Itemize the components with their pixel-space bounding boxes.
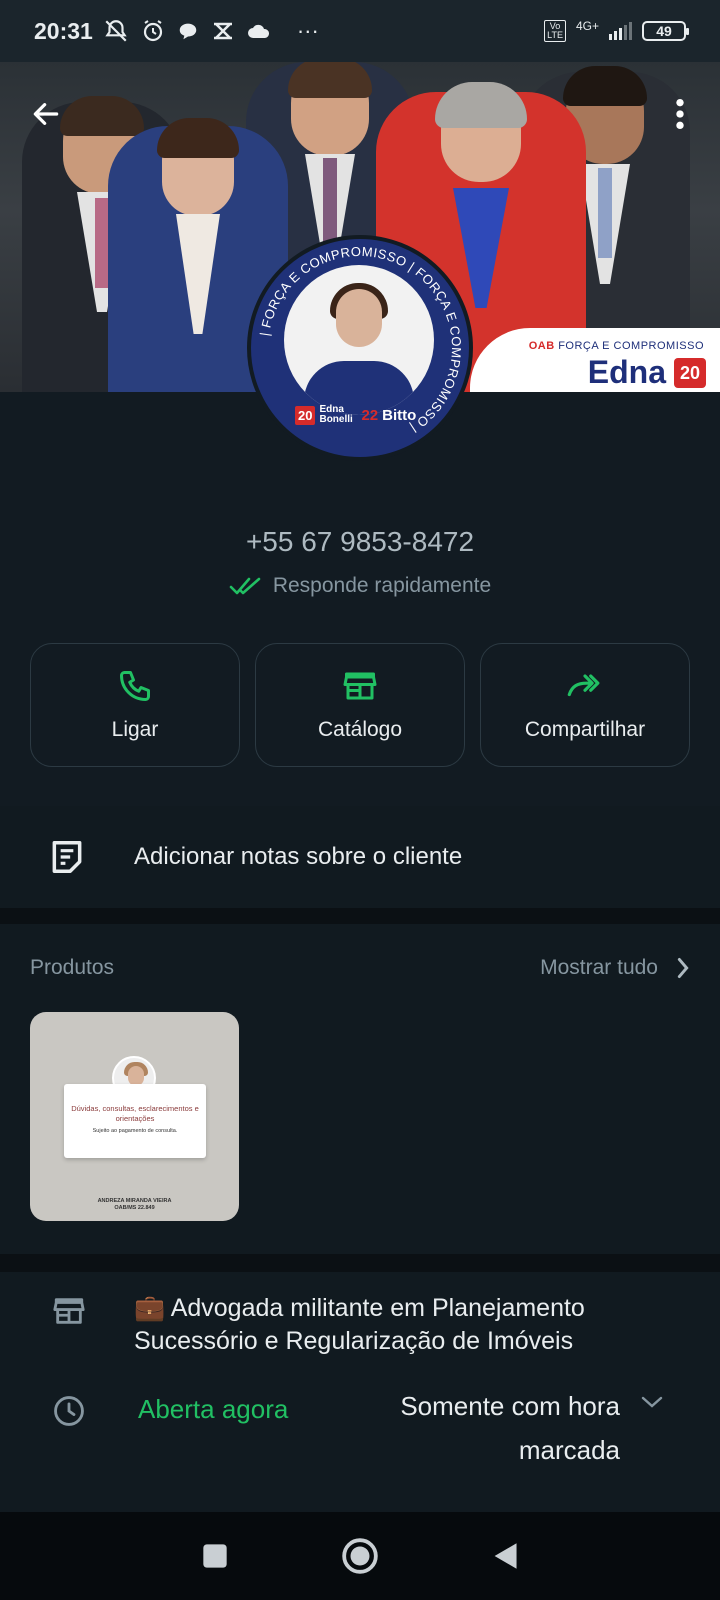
share-button[interactable]: Compartilhar — [480, 643, 690, 767]
square-icon — [203, 1544, 227, 1568]
business-description-row: 💼 Advogada militante em Planejamento Suc… — [52, 1292, 680, 1358]
product-info-box: Dúvidas, consultas, esclarecimentos e or… — [64, 1084, 206, 1158]
contact-phone-number[interactable]: +55 67 9853-8472 — [0, 526, 720, 558]
share-forward-icon — [567, 674, 600, 697]
chat-bubble-icon — [177, 20, 199, 42]
avatar-badge-number-2: 22 — [361, 406, 379, 424]
chevron-down-icon — [641, 1396, 663, 1408]
show-all-products-button[interactable]: Mostrar tudo — [540, 956, 690, 980]
product-headline: Dúvidas, consultas, esclarecimentos e or… — [71, 1104, 199, 1123]
back-nav-button[interactable] — [491, 1541, 519, 1571]
business-info-section: 💼 Advogada militante em Planejamento Suc… — [0, 1272, 720, 1512]
volte-icon: Vo LTE — [544, 20, 566, 42]
circle-home-icon — [342, 1538, 378, 1574]
back-button[interactable] — [24, 92, 68, 136]
expand-hours-button[interactable] — [640, 1394, 680, 1410]
note-icon — [52, 841, 82, 873]
share-button-label: Compartilhar — [524, 718, 646, 741]
add-client-notes-label: Adicionar notas sobre o cliente — [134, 843, 463, 870]
business-hours-row[interactable]: Aberta agora Somente com hora marcada — [52, 1390, 680, 1472]
phone-icon — [120, 671, 150, 701]
cover-logo-number: 20 — [674, 358, 706, 388]
product-footer: ANDREZA MIRANDA VIEIRA OAB/MS 22.849 — [30, 1198, 239, 1212]
response-status: Responde rapidamente — [0, 574, 720, 598]
products-section: Produtos Mostrar tudo Dúvidas, consultas… — [0, 924, 720, 1254]
call-button[interactable]: Ligar — [30, 643, 240, 767]
status-notification-icons: ··· — [103, 18, 319, 44]
clock-icon — [54, 1396, 84, 1426]
show-all-label: Mostrar tudo — [540, 956, 658, 979]
business-hours: Somente com hora marcada — [400, 1391, 620, 1465]
catalog-button[interactable]: Catálogo — [255, 643, 465, 767]
product-footer-name: ANDREZA MIRANDA VIEIRA — [97, 1198, 172, 1204]
call-button-label: Ligar — [111, 718, 159, 741]
avatar-badge-number-1: 20 — [295, 405, 316, 425]
section-divider — [0, 790, 720, 806]
home-button[interactable] — [341, 1537, 379, 1575]
muted-bell-icon — [103, 18, 129, 44]
recents-button[interactable] — [201, 1542, 229, 1570]
product-footer-oab: OAB/MS 22.849 — [114, 1205, 155, 1211]
system-navigation-bar — [0, 1512, 720, 1600]
response-status-label: Responde rapidamente — [272, 574, 492, 597]
products-title: Produtos — [30, 956, 115, 979]
storefront-icon — [343, 672, 377, 700]
storefront-icon — [53, 1298, 85, 1324]
open-status: Aberta agora — [138, 1394, 289, 1424]
profile-avatar[interactable]: | FORÇA E COMPROMISSO | FORÇA E COMPROMI… — [247, 235, 473, 461]
catalog-button-label: Catálogo — [317, 718, 403, 741]
cover-logo-prefix: OAB — [528, 340, 555, 352]
signal-strength-icon — [609, 22, 632, 40]
battery-level: 49 — [656, 23, 672, 39]
status-time: 20:31 — [34, 17, 93, 44]
product-card[interactable]: Dúvidas, consultas, esclarecimentos e or… — [30, 1012, 239, 1221]
capcut-icon — [211, 19, 235, 43]
cover-logo-tagline: FORÇA E COMPROMISSO — [558, 340, 704, 352]
avatar-photo — [284, 265, 434, 415]
avatar-badge: 20 Edna Bonelli 22 Bitto — [295, 401, 425, 429]
add-client-notes[interactable]: Adicionar notas sobre o cliente — [0, 806, 720, 908]
battery-icon: 49 — [642, 21, 689, 41]
business-description: 💼 Advogada militante em Planejamento Suc… — [134, 1294, 585, 1355]
cloud-icon — [247, 21, 271, 41]
section-divider — [0, 908, 720, 924]
product-subline: Sujeito ao pagamento de consulta. — [92, 1128, 178, 1134]
more-notifications-dots: ··· — [296, 18, 319, 43]
avatar-badge-name-2: Bitto — [382, 406, 417, 424]
avatar-badge-name-1: Edna Bonelli — [319, 404, 353, 425]
more-options-button[interactable] — [658, 92, 702, 136]
more-vert-icon — [676, 98, 684, 130]
triangle-back-icon — [494, 1543, 517, 1569]
status-system-icons: Vo LTE 4G+ 49 — [544, 19, 689, 42]
status-bar: 20:31 ··· Vo LTE 4G+ 49 — [0, 0, 720, 62]
network-type: 4G+ — [575, 19, 599, 33]
alarm-icon — [141, 19, 165, 43]
cover-logo-name: Edna — [587, 354, 666, 390]
arrow-left-icon — [33, 103, 59, 125]
chevron-right-icon — [677, 957, 689, 979]
double-check-icon — [229, 577, 261, 595]
section-divider — [0, 1254, 720, 1272]
cover-campaign-logo: OAB FORÇA E COMPROMISSO Edna 20 — [470, 328, 720, 392]
action-buttons: Ligar Catálogo Compartilhar — [30, 643, 690, 767]
